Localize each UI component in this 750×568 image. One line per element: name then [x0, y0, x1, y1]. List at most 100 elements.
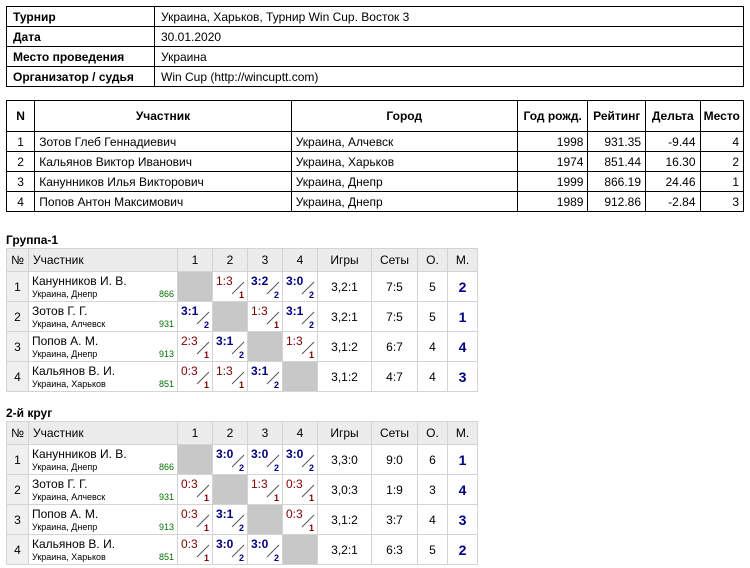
match-result-cell[interactable]: 3:2 2	[247, 271, 283, 302]
participant-number: 3	[5, 171, 36, 192]
diagonal-cell	[247, 331, 283, 362]
info-row: Дата 30.01.2020	[6, 26, 744, 47]
match-result-cell[interactable]: 0:3 1	[282, 474, 318, 505]
info-label: Организатор / судья	[6, 66, 155, 87]
match-result-cell[interactable]: 0:3 1	[177, 361, 213, 392]
diagonal-cell	[177, 444, 213, 475]
grid-row: 2 Зотов Г. Г. Украина, Алчевск 931 0:3 1 1:3 1 0…	[6, 474, 478, 505]
match-result-cell[interactable]: 1:3 1	[212, 271, 248, 302]
row-number: 4	[6, 534, 29, 565]
player-cell: Зотов Г. Г. Украина, Алчевск 931	[28, 474, 178, 505]
match-points: 1	[203, 493, 209, 503]
match-result-cell[interactable]: 0:3 1	[177, 504, 213, 535]
place-value: 4	[447, 474, 478, 505]
participant-city: Украина, Харьков	[290, 151, 518, 172]
points-value: 6	[417, 444, 448, 475]
match-result-cell[interactable]: 3:1 2	[177, 301, 213, 332]
col-points: О.	[417, 421, 448, 445]
match-result-cell[interactable]: 3:0 2	[212, 534, 248, 565]
col-opp-2: 2	[212, 421, 248, 445]
place-value: 2	[447, 534, 478, 565]
player-city: Украина, Днепр	[32, 288, 98, 299]
participants-table: N Участник Город Год рожд. Рейтинг Дельт…	[5, 100, 745, 212]
match-points: 2	[273, 463, 279, 473]
col-games: Игры	[317, 248, 372, 272]
participant-delta: -2.84	[645, 191, 701, 212]
diagonal-cell	[247, 504, 283, 535]
match-result-cell[interactable]: 2:3 1	[177, 331, 213, 362]
player-name[interactable]: Канунников И. В.	[29, 274, 177, 288]
diagonal-cell	[177, 271, 213, 302]
participant-place: 4	[699, 131, 745, 152]
col-opp-3: 3	[247, 248, 283, 272]
col-participant: Участник	[28, 421, 178, 445]
player-rating: 866	[158, 288, 174, 299]
participant-rating: 912.86	[587, 191, 647, 212]
match-result-cell[interactable]: 0:3 1	[177, 474, 213, 505]
sets-value: 4:7	[371, 361, 418, 392]
col-participant: Участник	[34, 100, 292, 132]
match-result-cell[interactable]: 3:0 2	[247, 534, 283, 565]
col-opp-4: 4	[282, 421, 318, 445]
col-points: О.	[417, 248, 448, 272]
games-value: 3,2:1	[317, 534, 372, 565]
match-points: 1	[308, 493, 314, 503]
player-cell: Кальянов В. И. Украина, Харьков 851	[28, 534, 178, 565]
match-result-cell[interactable]: 3:1 2	[247, 361, 283, 392]
sets-value: 7:5	[371, 301, 418, 332]
player-cell: Попов А. М. Украина, Днепр 913	[28, 331, 178, 362]
sets-value: 6:3	[371, 534, 418, 565]
match-result-cell[interactable]: 0:3 1	[282, 504, 318, 535]
match-result-cell[interactable]: 1:3 1	[212, 361, 248, 392]
participant-name: Зотов Глеб Геннадиевич	[34, 131, 292, 152]
match-points: 2	[308, 290, 314, 300]
match-result-cell[interactable]: 3:0 2	[212, 444, 248, 475]
col-city: Город	[290, 100, 518, 132]
row-number: 1	[6, 271, 29, 302]
match-result-cell[interactable]: 3:0 2	[247, 444, 283, 475]
match-result-cell[interactable]: 1:3 1	[247, 474, 283, 505]
player-name[interactable]: Канунников И. В.	[29, 447, 177, 461]
info-value: Win Cup (http://wincuptt.com)	[154, 66, 744, 87]
col-opp-1: 1	[177, 248, 213, 272]
sets-value: 6:7	[371, 331, 418, 362]
match-result-cell[interactable]: 3:1 2	[212, 331, 248, 362]
player-cell: Попов А. М. Украина, Днепр 913	[28, 504, 178, 535]
match-points: 1	[308, 523, 314, 533]
col-opp-3: 3	[247, 421, 283, 445]
match-points: 1	[203, 523, 209, 533]
points-value: 4	[417, 504, 448, 535]
match-result-cell[interactable]: 1:3 1	[247, 301, 283, 332]
participant-delta: -9.44	[645, 131, 701, 152]
player-city: Украина, Алчевск	[32, 491, 106, 502]
player-name[interactable]: Попов А. М.	[29, 507, 177, 521]
col-rating: Рейтинг	[587, 100, 647, 132]
row-number: 3	[6, 331, 29, 362]
match-points: 2	[273, 380, 279, 390]
player-meta: Украина, Днепр 913	[29, 348, 177, 360]
match-result-cell[interactable]: 3:1 2	[282, 301, 318, 332]
player-meta: Украина, Харьков 851	[29, 551, 177, 563]
match-result-cell[interactable]: 0:3 1	[177, 534, 213, 565]
match-result-cell[interactable]: 3:0 2	[282, 444, 318, 475]
participant-birth-year: 1989	[516, 191, 589, 212]
player-name[interactable]: Попов А. М.	[29, 334, 177, 348]
player-cell: Кальянов В. И. Украина, Харьков 851	[28, 361, 178, 392]
sets-value: 7:5	[371, 271, 418, 302]
match-points: 2	[203, 320, 209, 330]
player-name[interactable]: Зотов Г. Г.	[29, 477, 177, 491]
player-rating: 851	[158, 378, 174, 389]
player-name[interactable]: Зотов Г. Г.	[29, 304, 177, 318]
player-name[interactable]: Кальянов В. И.	[29, 537, 177, 551]
match-result-cell[interactable]: 3:1 2	[212, 504, 248, 535]
participant-row: 4 Попов Антон Максимович Украина, Днепр 198…	[5, 191, 745, 212]
match-points: 1	[203, 380, 209, 390]
match-points: 1	[203, 350, 209, 360]
match-result-cell[interactable]: 3:0 2	[282, 271, 318, 302]
match-points: 2	[238, 350, 244, 360]
player-cell: Канунников И. В. Украина, Днепр 866	[28, 444, 178, 475]
diagonal-cell	[282, 534, 318, 565]
player-name[interactable]: Кальянов В. И.	[29, 364, 177, 378]
player-meta: Украина, Днепр 866	[29, 461, 177, 473]
match-result-cell[interactable]: 1:3 1	[282, 331, 318, 362]
